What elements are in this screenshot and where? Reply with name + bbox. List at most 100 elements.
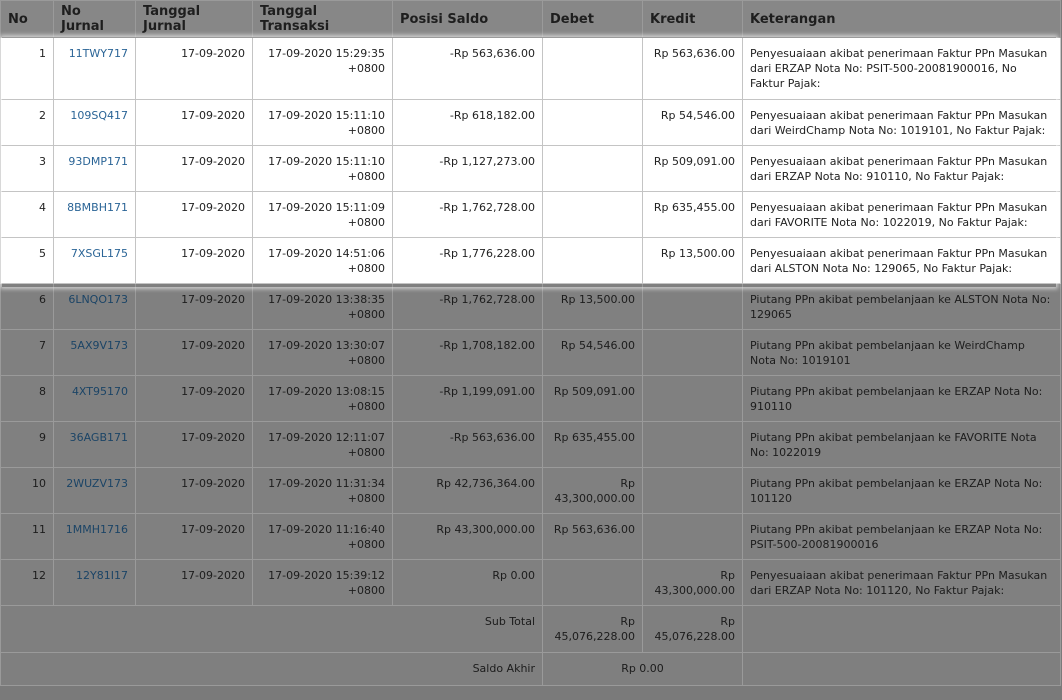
- journal-link[interactable]: 93DMP171: [61, 154, 128, 169]
- saldo-akhir-value: Rp 0.00: [542, 652, 743, 686]
- saldo-akhir-row: Saldo Akhir Rp 0.00: [0, 652, 1061, 686]
- header-row: No No Jurnal Tanggal Jurnal Tanggal Tran…: [0, 0, 1061, 38]
- table-header: No No Jurnal Tanggal Jurnal Tanggal Tran…: [0, 0, 1061, 38]
- col-header-no-jurnal[interactable]: No Jurnal: [53, 0, 136, 38]
- cell-tanggal-jurnal: 17-09-2020: [135, 421, 253, 468]
- cell-debet: [542, 559, 643, 606]
- cell-tanggal-jurnal: 17-09-2020: [135, 283, 253, 330]
- saldo-keterangan-empty: [742, 652, 1061, 686]
- subtotal-row: Sub Total Rp 45,076,228.00 Rp 45,076,228…: [0, 605, 1061, 653]
- journal-link[interactable]: 6LNQO173: [61, 292, 128, 307]
- cell-tanggal-transaksi: 17-09-2020 15:11:10 +0800: [252, 99, 393, 146]
- col-header-tanggal-jurnal[interactable]: Tanggal Jurnal: [135, 0, 253, 38]
- cell-debet: Rp 509,091.00: [542, 375, 643, 422]
- cell-no: 8: [0, 375, 54, 422]
- cell-posisi-saldo: -Rp 618,182.00: [392, 99, 543, 146]
- cell-posisi-saldo: -Rp 563,636.00: [392, 37, 543, 100]
- cell-tanggal-jurnal: 17-09-2020: [135, 145, 253, 192]
- cell-no-jurnal: 5AX9V173: [53, 329, 136, 376]
- journal-link[interactable]: 36AGB171: [61, 430, 128, 445]
- cell-tanggal-transaksi: 17-09-2020 15:11:09 +0800: [252, 191, 393, 238]
- subtotal-kredit: Rp 45,076,228.00: [642, 605, 743, 653]
- journal-link[interactable]: 11TWY717: [61, 46, 128, 61]
- col-header-tanggal-transaksi[interactable]: Tanggal Transaksi: [252, 0, 393, 38]
- table-row: 7 5AX9V173 17-09-2020 17-09-2020 13:30:0…: [0, 329, 1061, 376]
- table-row: 4 8BMBH171 17-09-2020 17-09-2020 15:11:0…: [0, 191, 1061, 238]
- journal-link[interactable]: 2WUZV173: [61, 476, 128, 491]
- cell-no: 4: [0, 191, 54, 238]
- cell-no: 7: [0, 329, 54, 376]
- cell-no-jurnal: 11TWY717: [53, 37, 136, 100]
- cell-posisi-saldo: -Rp 1,776,228.00: [392, 237, 543, 284]
- cell-kredit: [642, 513, 743, 560]
- cell-tanggal-transaksi: 17-09-2020 13:38:35 +0800: [252, 283, 393, 330]
- cell-no: 5: [0, 237, 54, 284]
- cell-kredit: Rp 54,546.00: [642, 99, 743, 146]
- cell-debet: Rp 54,546.00: [542, 329, 643, 376]
- table-row: 2 109SQ417 17-09-2020 17-09-2020 15:11:1…: [0, 99, 1061, 146]
- cell-posisi-saldo: -Rp 563,636.00: [392, 421, 543, 468]
- cell-posisi-saldo: Rp 42,736,364.00: [392, 467, 543, 514]
- col-header-posisi-saldo[interactable]: Posisi Saldo: [392, 0, 543, 38]
- cell-keterangan: Penyesuaiaan akibat penerimaan Faktur PP…: [742, 145, 1061, 192]
- cell-tanggal-jurnal: 17-09-2020: [135, 375, 253, 422]
- table-row: 12 12Y81I17 17-09-2020 17-09-2020 15:39:…: [0, 559, 1061, 606]
- table-row: 5 7XSGL175 17-09-2020 17-09-2020 14:51:0…: [0, 237, 1061, 284]
- journal-link[interactable]: 4XT95170: [61, 384, 128, 399]
- col-header-kredit[interactable]: Kredit: [642, 0, 743, 38]
- cell-no: 11: [0, 513, 54, 560]
- cell-debet: [542, 99, 643, 146]
- journal-link[interactable]: 12Y81I17: [61, 568, 128, 583]
- cell-tanggal-jurnal: 17-09-2020: [135, 99, 253, 146]
- cell-no-jurnal: 109SQ417: [53, 99, 136, 146]
- cell-keterangan: Penyesuaiaan akibat penerimaan Faktur PP…: [742, 37, 1061, 100]
- cell-no: 2: [0, 99, 54, 146]
- cell-debet: [542, 191, 643, 238]
- cell-kredit: Rp 13,500.00: [642, 237, 743, 284]
- cell-keterangan: Piutang PPn akibat pembelanjaan ke ERZAP…: [742, 513, 1061, 560]
- subtotal-keterangan-empty: [742, 605, 1061, 653]
- journal-link[interactable]: 109SQ417: [61, 108, 128, 123]
- journal-link[interactable]: 5AX9V173: [61, 338, 128, 353]
- cell-kredit: [642, 283, 743, 330]
- cell-no-jurnal: 1MMH1716: [53, 513, 136, 560]
- cell-tanggal-transaksi: 17-09-2020 13:08:15 +0800: [252, 375, 393, 422]
- table-row: 8 4XT95170 17-09-2020 17-09-2020 13:08:1…: [0, 375, 1061, 422]
- table-row: 1 11TWY717 17-09-2020 17-09-2020 15:29:3…: [0, 37, 1061, 100]
- col-header-keterangan[interactable]: Keterangan: [742, 0, 1061, 38]
- cell-keterangan: Piutang PPn akibat pembelanjaan ke FAVOR…: [742, 421, 1061, 468]
- table-row: 9 36AGB171 17-09-2020 17-09-2020 12:11:0…: [0, 421, 1061, 468]
- cell-posisi-saldo: -Rp 1,127,273.00: [392, 145, 543, 192]
- cell-no-jurnal: 12Y81I17: [53, 559, 136, 606]
- cell-kredit: Rp 635,455.00: [642, 191, 743, 238]
- cell-tanggal-transaksi: 17-09-2020 14:51:06 +0800: [252, 237, 393, 284]
- cell-kredit: [642, 421, 743, 468]
- col-header-no[interactable]: No: [0, 0, 54, 38]
- cell-posisi-saldo: -Rp 1,199,091.00: [392, 375, 543, 422]
- cell-no-jurnal: 2WUZV173: [53, 467, 136, 514]
- cell-kredit: Rp 43,300,000.00: [642, 559, 743, 606]
- journal-link[interactable]: 7XSGL175: [61, 246, 128, 261]
- cell-debet: Rp 563,636.00: [542, 513, 643, 560]
- cell-debet: [542, 145, 643, 192]
- cell-kredit: [642, 467, 743, 514]
- cell-no-jurnal: 6LNQO173: [53, 283, 136, 330]
- journal-table: No No Jurnal Tanggal Jurnal Tanggal Tran…: [0, 0, 1061, 686]
- cell-tanggal-transaksi: 17-09-2020 15:39:12 +0800: [252, 559, 393, 606]
- journal-link[interactable]: 8BMBH171: [61, 200, 128, 215]
- cell-no: 6: [0, 283, 54, 330]
- table-row: 6 6LNQO173 17-09-2020 17-09-2020 13:38:3…: [0, 283, 1061, 330]
- cell-debet: [542, 37, 643, 100]
- cell-tanggal-jurnal: 17-09-2020: [135, 559, 253, 606]
- cell-no: 9: [0, 421, 54, 468]
- table-body: 1 11TWY717 17-09-2020 17-09-2020 15:29:3…: [0, 37, 1061, 686]
- cell-no: 10: [0, 467, 54, 514]
- cell-tanggal-transaksi: 17-09-2020 11:31:34 +0800: [252, 467, 393, 514]
- cell-kredit: Rp 509,091.00: [642, 145, 743, 192]
- subtotal-debet: Rp 45,076,228.00: [542, 605, 643, 653]
- journal-link[interactable]: 1MMH1716: [61, 522, 128, 537]
- cell-tanggal-transaksi: 17-09-2020 15:11:10 +0800: [252, 145, 393, 192]
- col-header-debet[interactable]: Debet: [542, 0, 643, 38]
- cell-no-jurnal: 36AGB171: [53, 421, 136, 468]
- cell-posisi-saldo: Rp 0.00: [392, 559, 543, 606]
